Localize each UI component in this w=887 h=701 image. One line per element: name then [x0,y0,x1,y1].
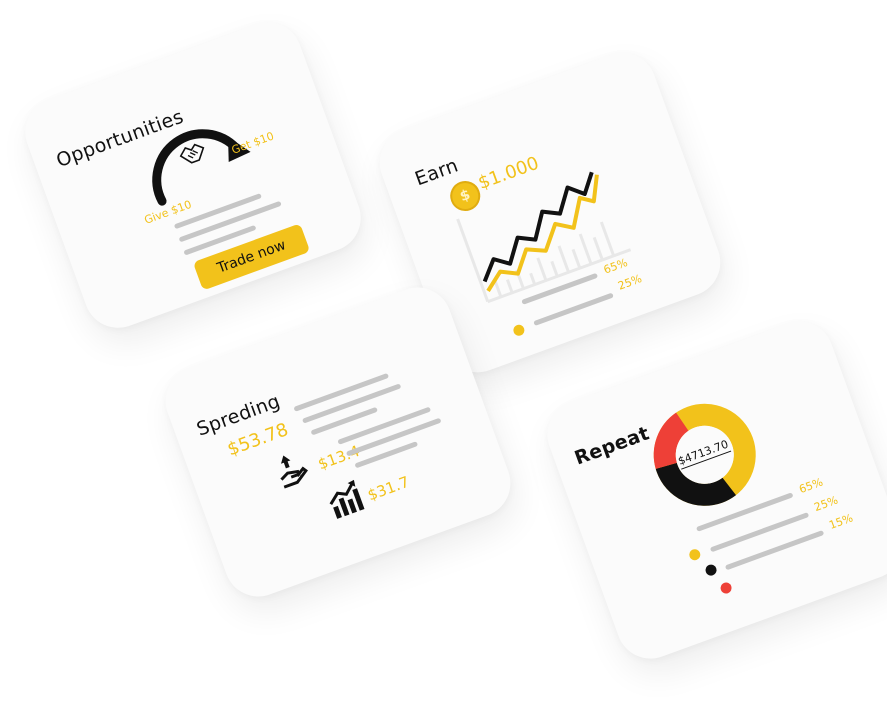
earn-bar-2 [533,292,614,327]
earn-amount: $1.000 [475,152,542,194]
earn-bar-2-percent: 25% [616,272,644,293]
opportunities-card: Opportunities Give $10 Get $10 Trade now [15,12,371,338]
legend-dot-red [719,580,734,596]
repeat-bar-3-percent: 15% [827,511,855,533]
earn-dot [511,323,526,338]
legend-dot-yellow [687,547,702,562]
spending-item-1-amount: $13.4 [315,441,363,474]
trade-now-button[interactable]: Trade now [192,223,311,291]
growth-chart-icon [329,479,365,519]
spending-item-2-amount: $31.7 [365,472,412,505]
hand-money-up-icon [280,455,308,489]
repeat-card: Repeat $4713.70 65% 25% 15% [537,311,887,669]
repeat-bar-1-percent: 65% [797,475,825,497]
repeat-bar-2-percent: 25% [812,493,840,515]
legend-dot-black [704,563,719,578]
